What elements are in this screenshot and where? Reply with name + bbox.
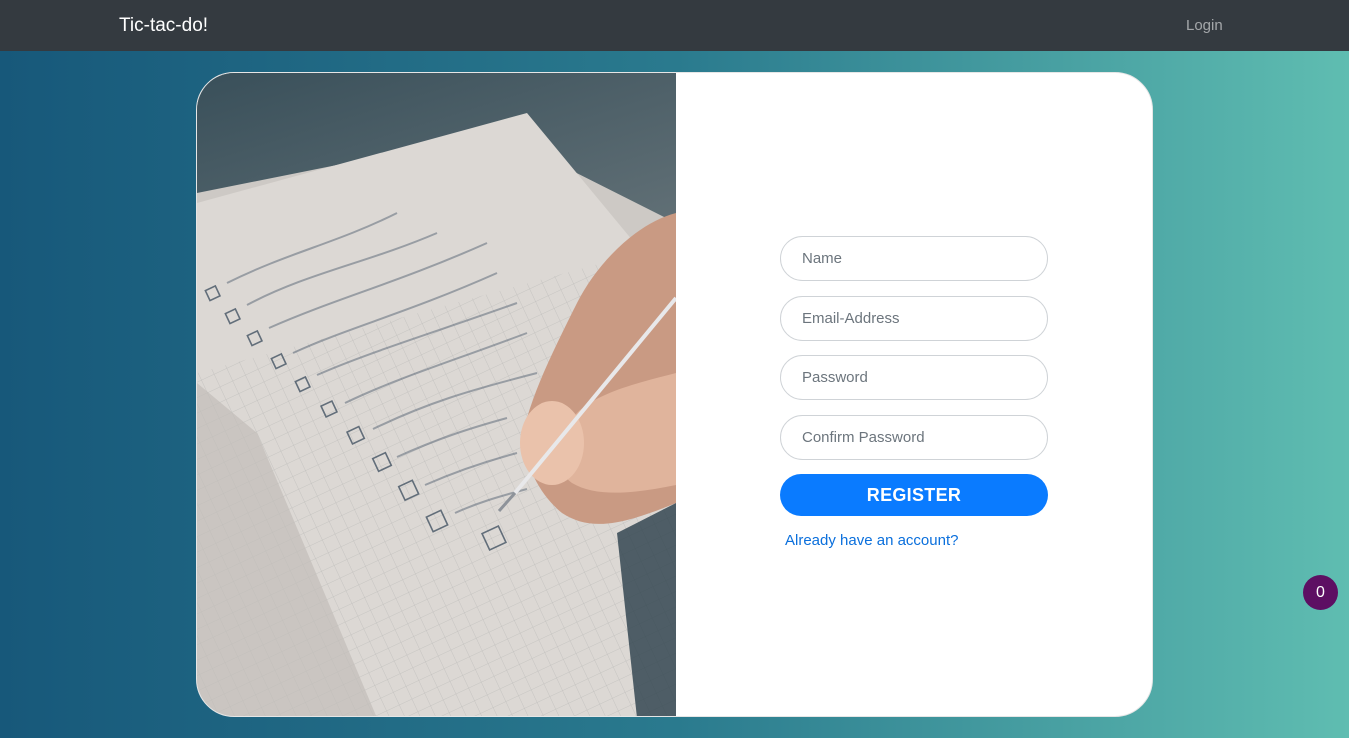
top-navbar: Tic-tac-do! Login — [0, 0, 1349, 51]
register-form: REGISTER Already have an account? — [780, 236, 1048, 550]
email-field[interactable] — [780, 295, 1048, 341]
brand-link[interactable]: Tic-tac-do! — [119, 15, 208, 37]
already-have-account-link[interactable]: Already have an account? — [785, 532, 958, 549]
notebook-checklist-photo — [197, 73, 676, 716]
nav-login-link[interactable]: Login — [1186, 17, 1223, 34]
notification-badge[interactable]: 0 — [1303, 575, 1338, 610]
name-field[interactable] — [780, 236, 1048, 281]
password-field[interactable] — [780, 355, 1048, 400]
register-card: REGISTER Already have an account? — [196, 72, 1153, 717]
confirm-password-field[interactable] — [780, 414, 1048, 460]
register-button[interactable]: REGISTER — [780, 474, 1048, 516]
notebook-illustration — [197, 73, 676, 716]
